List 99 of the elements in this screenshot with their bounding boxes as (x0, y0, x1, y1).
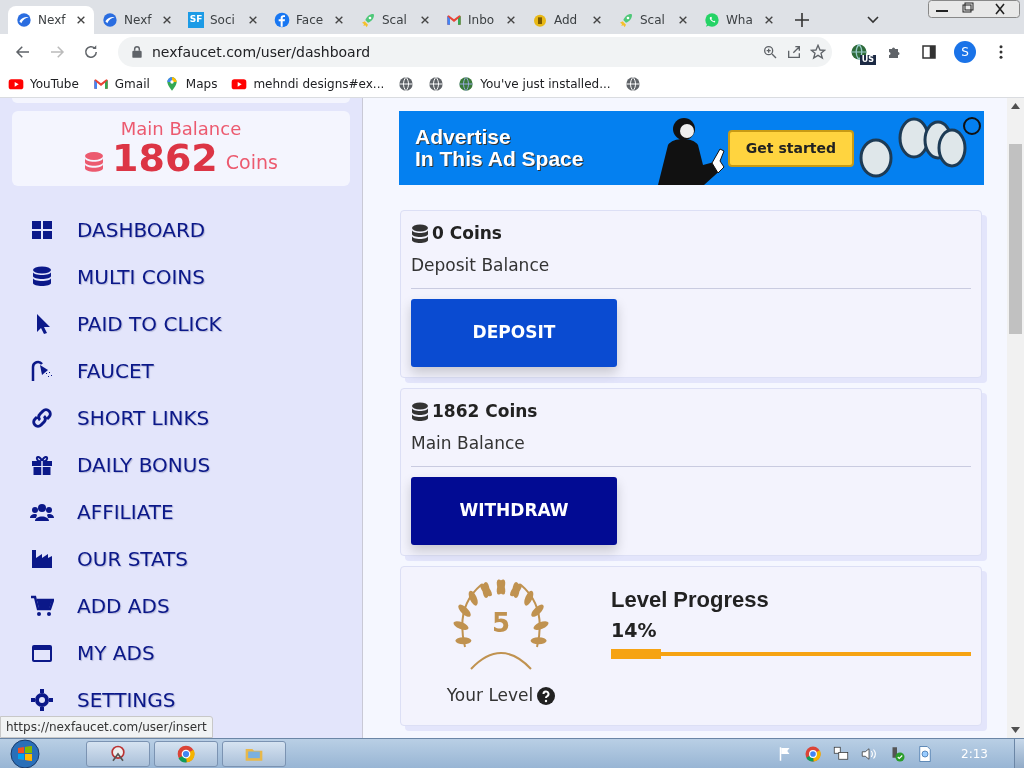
tab-title: Soci (210, 12, 236, 29)
action-button[interactable]: DEPOSIT (411, 299, 617, 367)
globe-icon (458, 75, 475, 92)
back-arrow-icon[interactable] (14, 43, 32, 61)
sf-logo-icon: SF (188, 12, 204, 28)
ad-headline: Advertise (415, 125, 512, 148)
lock-icon (130, 45, 144, 59)
coin-stack-icon (84, 150, 105, 173)
envelope-logo-icon (446, 12, 462, 28)
extension-badge: US (859, 55, 876, 65)
level-caption: Your Level (446, 684, 534, 707)
ad-subline: In This Ad Space (415, 148, 584, 171)
reload-icon[interactable] (82, 43, 100, 61)
status-url-tooltip: https://nexfaucet.com/user/insert (0, 716, 213, 738)
bookmark-link[interactable]: You've just installed... (458, 74, 611, 93)
facebook-icon (274, 12, 290, 28)
coin-stack-icon (411, 401, 429, 422)
browser-tab[interactable]: Inbo (438, 6, 524, 34)
shower-icon (30, 358, 54, 383)
link-icon (30, 405, 54, 430)
side-panel-icon[interactable] (920, 43, 938, 61)
browser-tab[interactable]: Scal (352, 6, 438, 34)
tab-title: Nexf (124, 12, 153, 29)
balance-unit: Coins (225, 150, 278, 176)
rocket-icon (618, 12, 634, 28)
scroll-up-arrow-icon[interactable] (1011, 103, 1020, 109)
bookmark-link[interactable]: Maps (163, 74, 218, 93)
level-progress-title: Level Progress (611, 586, 770, 614)
tab-title: Scal (640, 12, 666, 29)
browser-tab[interactable]: SF Soci (180, 6, 266, 34)
tab-title: Wha (726, 12, 754, 29)
close-icon[interactable] (764, 15, 774, 25)
settings-icon (30, 687, 54, 712)
tab-title: Scal (382, 12, 408, 29)
balance-label: Deposit Balance (411, 253, 551, 277)
scrollbar-thumb[interactable] (1009, 144, 1022, 334)
start-button-icon[interactable] (8, 738, 42, 768)
action-button[interactable]: WITHDRAW (411, 477, 617, 545)
menu-item[interactable]: FAUCET (77, 355, 154, 386)
browser-tab[interactable]: Nexf (8, 6, 94, 34)
close-icon[interactable] (248, 15, 258, 25)
share-icon[interactable] (786, 44, 802, 60)
coin-amount: 1862 Coins (432, 400, 538, 423)
scroll-down-arrow-icon[interactable] (1011, 727, 1020, 733)
menu-item[interactable]: AFFILIATE (77, 496, 174, 527)
tab-title: Nexf (38, 12, 67, 29)
zoom-icon[interactable] (762, 44, 778, 60)
balance-label: Main Balance (411, 431, 526, 455)
menu-item[interactable]: MY ADS (77, 637, 155, 668)
coin-amount: 0 Coins (432, 222, 502, 245)
address-url: nexfaucet.com/user/dashboard (152, 42, 372, 62)
menu-item[interactable]: OUR STATS (77, 543, 189, 574)
browser-tab[interactable]: Scal (610, 6, 696, 34)
browser-tab[interactable]: Add (524, 6, 610, 34)
menu-item[interactable]: DAILY BONUS (77, 449, 211, 480)
menu-item[interactable]: SHORT LINKS (77, 402, 210, 433)
menu-item[interactable]: SETTINGS (77, 684, 176, 715)
coin-icon (532, 12, 548, 28)
ad-get-started-button[interactable]: Get started (727, 129, 854, 167)
address-bar[interactable]: nexfaucet.com/user/dashboard (118, 37, 832, 67)
rocket-icon (360, 12, 376, 28)
chrome-icon[interactable] (804, 744, 823, 763)
close-icon[interactable] (592, 15, 602, 25)
close-icon[interactable] (420, 15, 430, 25)
level-number: 5 (491, 606, 511, 640)
new-tab-icon[interactable] (794, 12, 810, 28)
browser-tab[interactable]: Wha (696, 6, 782, 34)
window-controls-icon[interactable] (928, 0, 1020, 18)
shopping-cart-icon (30, 593, 54, 618)
close-icon[interactable] (334, 15, 344, 25)
balance-amount: 1862 (112, 138, 218, 177)
menu-item[interactable]: ADD ADS (77, 590, 170, 621)
tab-title: Inbo (468, 12, 496, 29)
close-icon[interactable] (76, 15, 86, 25)
bookmark-link[interactable]: mehndi designs#ex... (231, 74, 385, 93)
chat-icon (704, 12, 720, 28)
balance-label: Main Balance (119, 119, 243, 139)
tab-title: Face (296, 12, 325, 29)
show-desktop-button[interactable] (1014, 738, 1024, 768)
close-icon[interactable] (678, 15, 688, 25)
profile-avatar[interactable]: S (954, 41, 976, 63)
database-icon (30, 264, 54, 289)
bookmark-link[interactable]: YouTube (8, 74, 79, 93)
level-percent: 14% (611, 618, 658, 643)
menu-item[interactable]: PAID TO CLICK (77, 308, 222, 339)
menu-item[interactable]: DASHBOARD (77, 214, 206, 245)
browser-tab[interactable]: Face (266, 6, 352, 34)
network-icon[interactable] (832, 744, 851, 763)
browser-tab[interactable]: Nexf (94, 6, 180, 34)
ad-banner[interactable]: Advertise In This Ad Space Get started (399, 111, 984, 185)
close-icon[interactable] (506, 15, 516, 25)
help-icon[interactable] (537, 686, 556, 705)
bookmark-link[interactable]: Gmail (92, 74, 150, 93)
chrome-icon[interactable] (176, 743, 196, 764)
coin-stack-icon (411, 223, 429, 244)
close-icon[interactable] (162, 15, 172, 25)
tab-title: Add (554, 12, 579, 29)
star-icon[interactable] (810, 44, 826, 60)
menu-item[interactable]: MULTI COINS (77, 261, 206, 292)
